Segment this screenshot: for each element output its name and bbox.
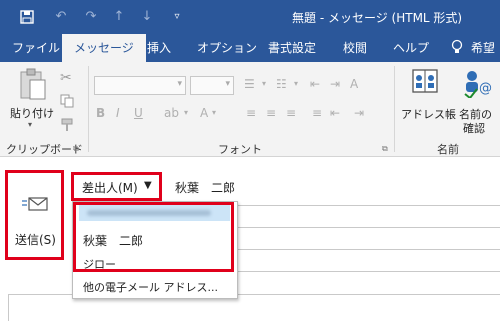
paste-dropdown-icon[interactable]: ▾ [28, 120, 32, 129]
font-launcher-icon[interactable]: ⧉ [382, 144, 388, 154]
send-label: 送信(S) [15, 233, 56, 247]
paste-icon[interactable] [18, 68, 48, 105]
divider [88, 66, 89, 152]
customize-icon[interactable]: ▿ [168, 8, 186, 26]
numbering-icon[interactable]: ☷ [276, 77, 287, 91]
format-painter-icon[interactable] [60, 118, 74, 135]
chevron-down-icon[interactable]: ▾ [262, 79, 266, 88]
tab-tell-me[interactable]: 希望 [471, 34, 495, 62]
font-color-icon[interactable]: A [200, 106, 208, 120]
send-icon [22, 197, 48, 214]
redo-icon[interactable]: ↷ [82, 8, 100, 26]
cut-icon[interactable]: ✂ [60, 70, 72, 86]
chevron-down-icon: ▼ [144, 180, 152, 191]
send-button[interactable]: 送信(S) [8, 173, 61, 257]
ribbon: 貼り付け ▾ ✂ クリップボード ⧉ ▾ ▾ ☰ ▾ ☷ ▾ ⇤ ⇥ A B I… [0, 62, 500, 157]
dropdown-highlight [73, 202, 234, 272]
tab-message[interactable]: メッセージ [62, 34, 146, 62]
decrease-indent-icon[interactable]: ⇤ [330, 106, 340, 120]
undo-icon[interactable]: ↶ [52, 8, 70, 26]
align-left-icon[interactable]: ≡ [246, 106, 256, 120]
clipboard-group-label: クリップボード [6, 143, 83, 156]
divider [394, 66, 395, 152]
chevron-down-icon[interactable]: ▾ [184, 108, 188, 117]
increase-indent-icon[interactable]: ⇥ [354, 106, 364, 120]
font-name-select[interactable]: ▾ [94, 76, 186, 95]
save-icon[interactable] [18, 8, 36, 26]
other-email-option[interactable]: 他の電子メール アドレス... [83, 279, 218, 295]
highlight-icon[interactable]: ab [164, 106, 179, 120]
clipboard-launcher-icon[interactable]: ⧉ [73, 144, 79, 154]
chevron-down-icon: ▾ [177, 79, 182, 89]
decrease-indent-icon[interactable]: ⇤ [310, 77, 320, 91]
address-book-icon[interactable] [410, 68, 440, 97]
check-names-icon[interactable]: @ [462, 68, 492, 101]
paste-button[interactable]: 貼り付け [10, 105, 54, 121]
font-group-label: フォント [218, 143, 262, 156]
from-button[interactable]: 差出人(M) ▼ [76, 177, 158, 196]
names-group-label: 名前 [437, 143, 459, 156]
bold-icon[interactable]: B [96, 106, 105, 120]
chevron-down-icon[interactable]: ▾ [294, 79, 298, 88]
tab-format-text[interactable]: 書式設定 [268, 34, 316, 62]
align-right-icon[interactable]: ≡ [286, 106, 296, 120]
italic-icon[interactable]: I [116, 106, 120, 120]
compose-area: 送信(S) 差出人(M) ▼ 秋葉 二郎 秋葉 二郎 ジロー 他の電子メール ア… [0, 157, 500, 321]
tab-review[interactable]: 校閲 [343, 34, 367, 62]
underline-icon[interactable]: U [134, 106, 143, 120]
tab-insert[interactable]: 挿入 [147, 34, 171, 62]
svg-text:@: @ [479, 81, 492, 96]
chevron-down-icon[interactable]: ▾ [212, 108, 216, 117]
copy-icon[interactable] [60, 94, 74, 111]
from-address-value: 秋葉 二郎 [175, 181, 236, 195]
bullets-icon[interactable]: ☰ [244, 77, 255, 91]
align-center-icon[interactable]: ≡ [266, 106, 276, 120]
from-button-label: 差出人(M) [82, 181, 138, 195]
clear-formatting-icon[interactable]: A [350, 77, 358, 91]
address-book-button[interactable]: アドレス帳 [401, 106, 456, 122]
chevron-down-icon: ▾ [225, 79, 230, 89]
up-arrow-icon[interactable]: ↑ [110, 8, 128, 26]
ribbon-tabs: ファイル メッセージ 挿入 オプション 書式設定 校閲 ヘルプ 希望 [0, 34, 500, 62]
increase-indent-icon[interactable]: ⇥ [330, 77, 340, 91]
tab-file[interactable]: ファイル [12, 34, 60, 62]
font-size-select[interactable]: ▾ [190, 76, 234, 95]
tab-help[interactable]: ヘルプ [393, 34, 429, 62]
title-bar: ↶ ↷ ↑ ↓ ▿ 無題 - メッセージ (HTML 形式) [0, 0, 500, 34]
down-arrow-icon[interactable]: ↓ [138, 8, 156, 26]
check-names-button-line2[interactable]: 確認 [463, 120, 485, 136]
tab-options[interactable]: オプション [197, 34, 257, 62]
window-title: 無題 - メッセージ (HTML 形式) [292, 11, 463, 25]
align-justify-icon[interactable]: ≡ [312, 106, 322, 120]
lightbulb-icon [451, 39, 463, 59]
